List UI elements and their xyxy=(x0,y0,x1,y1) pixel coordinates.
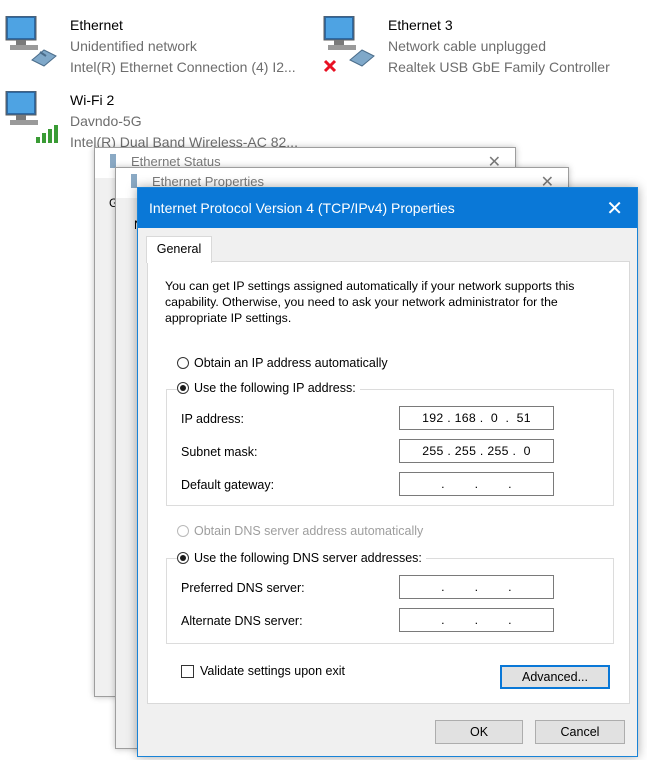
adapter-status: Unidentified network xyxy=(70,38,197,54)
preferred-dns-value: . . . xyxy=(433,580,520,594)
radio-button[interactable] xyxy=(177,382,189,394)
close-icon[interactable]: ✕ xyxy=(606,196,623,221)
ip-manual-label: Use the following IP address: xyxy=(194,381,356,395)
adapter-name: Ethernet 3 xyxy=(388,17,453,33)
general-panel: You can get IP settings assigned automat… xyxy=(147,261,630,704)
dns-auto-label: Obtain DNS server address automatically xyxy=(194,524,424,538)
adapter-status: Network cable unplugged xyxy=(388,38,546,54)
adapter-status: Davndo-5G xyxy=(70,113,142,129)
error-x-icon xyxy=(323,59,337,73)
alternate-dns-label: Alternate DNS server: xyxy=(181,614,303,628)
default-gateway-label: Default gateway: xyxy=(181,478,275,492)
subnet-mask-label: Subnet mask: xyxy=(181,445,258,459)
adapter-name: Ethernet xyxy=(70,17,123,33)
validate-label: Validate settings upon exit xyxy=(200,664,346,678)
default-gateway-field[interactable]: . . . xyxy=(399,472,554,496)
radio-button[interactable] xyxy=(177,552,189,564)
subnet-mask-value: 255 . 255 . 255 . 0 xyxy=(422,444,531,458)
intro-text: You can get IP settings assigned automat… xyxy=(165,279,575,325)
subnet-mask-field[interactable]: 255 . 255 . 255 . 0 xyxy=(399,439,554,463)
ip-address-label: IP address: xyxy=(181,412,245,426)
network-adapter-icon xyxy=(5,16,57,67)
dns-auto-radio[interactable]: Obtain DNS server address automatically xyxy=(177,524,423,538)
tab-general[interactable]: General xyxy=(146,236,212,263)
dns-manual-label: Use the following DNS server addresses: xyxy=(194,551,422,565)
ip-address-value: 192 . 168 . 0 . 51 xyxy=(422,411,531,425)
radio-button[interactable] xyxy=(177,357,189,369)
title-bar: Internet Protocol Version 4 (TCP/IPv4) P… xyxy=(138,188,637,228)
radio-button[interactable] xyxy=(177,525,189,537)
ok-button[interactable]: OK xyxy=(435,720,523,744)
alternate-dns-value: . . . xyxy=(433,613,520,627)
adapter-device: Intel(R) Ethernet Connection (4) I2... xyxy=(70,59,296,75)
ip-auto-radio[interactable]: Obtain an IP address automatically xyxy=(177,356,388,370)
adapter-device: Realtek USB GbE Family Controller xyxy=(388,59,610,75)
dns-manual-radio[interactable]: Use the following DNS server addresses: xyxy=(177,551,426,565)
default-gateway-value: . . . xyxy=(433,477,520,491)
alternate-dns-field[interactable]: . . . xyxy=(399,608,554,632)
advanced-button[interactable]: Advanced... xyxy=(500,665,610,689)
adapter-name: Wi-Fi 2 xyxy=(70,92,115,108)
dialog-title: Internet Protocol Version 4 (TCP/IPv4) P… xyxy=(149,200,455,216)
checkbox[interactable] xyxy=(181,664,194,678)
ip-manual-radio[interactable]: Use the following IP address: xyxy=(177,381,360,395)
preferred-dns-field[interactable]: . . . xyxy=(399,575,554,599)
validate-checkbox[interactable]: Validate settings upon exit xyxy=(181,664,345,678)
wifi-adapter-icon xyxy=(5,91,58,143)
ip-address-field[interactable]: 192 . 168 . 0 . 51 xyxy=(399,406,554,430)
ip-auto-label: Obtain an IP address automatically xyxy=(194,356,388,370)
preferred-dns-label: Preferred DNS server: xyxy=(181,581,305,595)
ipv4-properties-dialog: Internet Protocol Version 4 (TCP/IPv4) P… xyxy=(137,187,638,757)
cancel-button[interactable]: Cancel xyxy=(535,720,625,744)
